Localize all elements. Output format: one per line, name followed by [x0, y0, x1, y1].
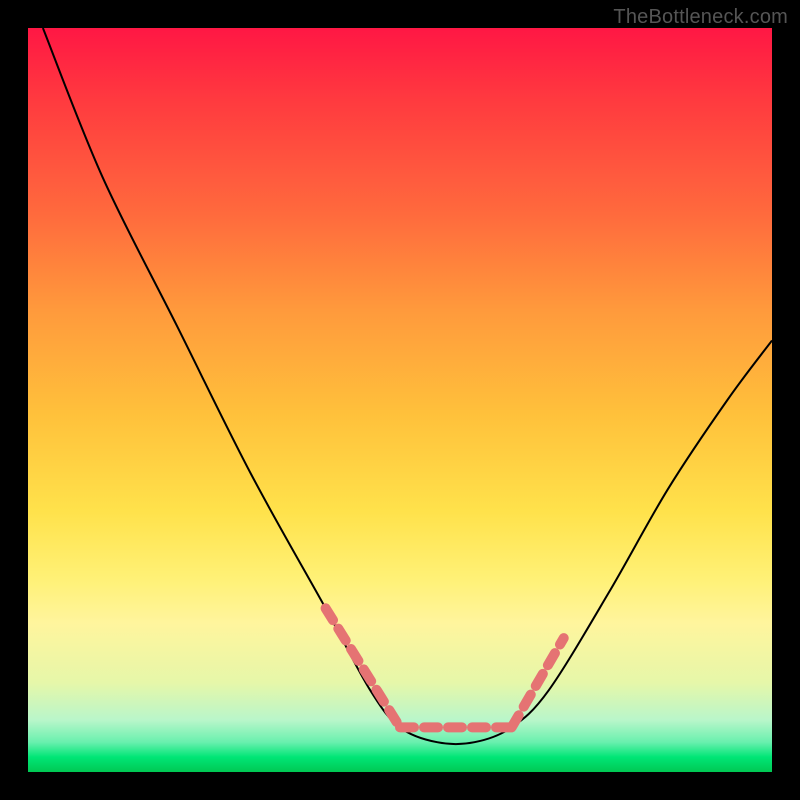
plot-area [28, 28, 772, 772]
dashed-segment-right [512, 638, 564, 727]
chart-svg [28, 28, 772, 772]
chart-stage: TheBottleneck.com [0, 0, 800, 800]
watermark-text: TheBottleneck.com [613, 6, 788, 29]
main-curve [43, 28, 772, 744]
dashed-segment-left [326, 608, 400, 727]
